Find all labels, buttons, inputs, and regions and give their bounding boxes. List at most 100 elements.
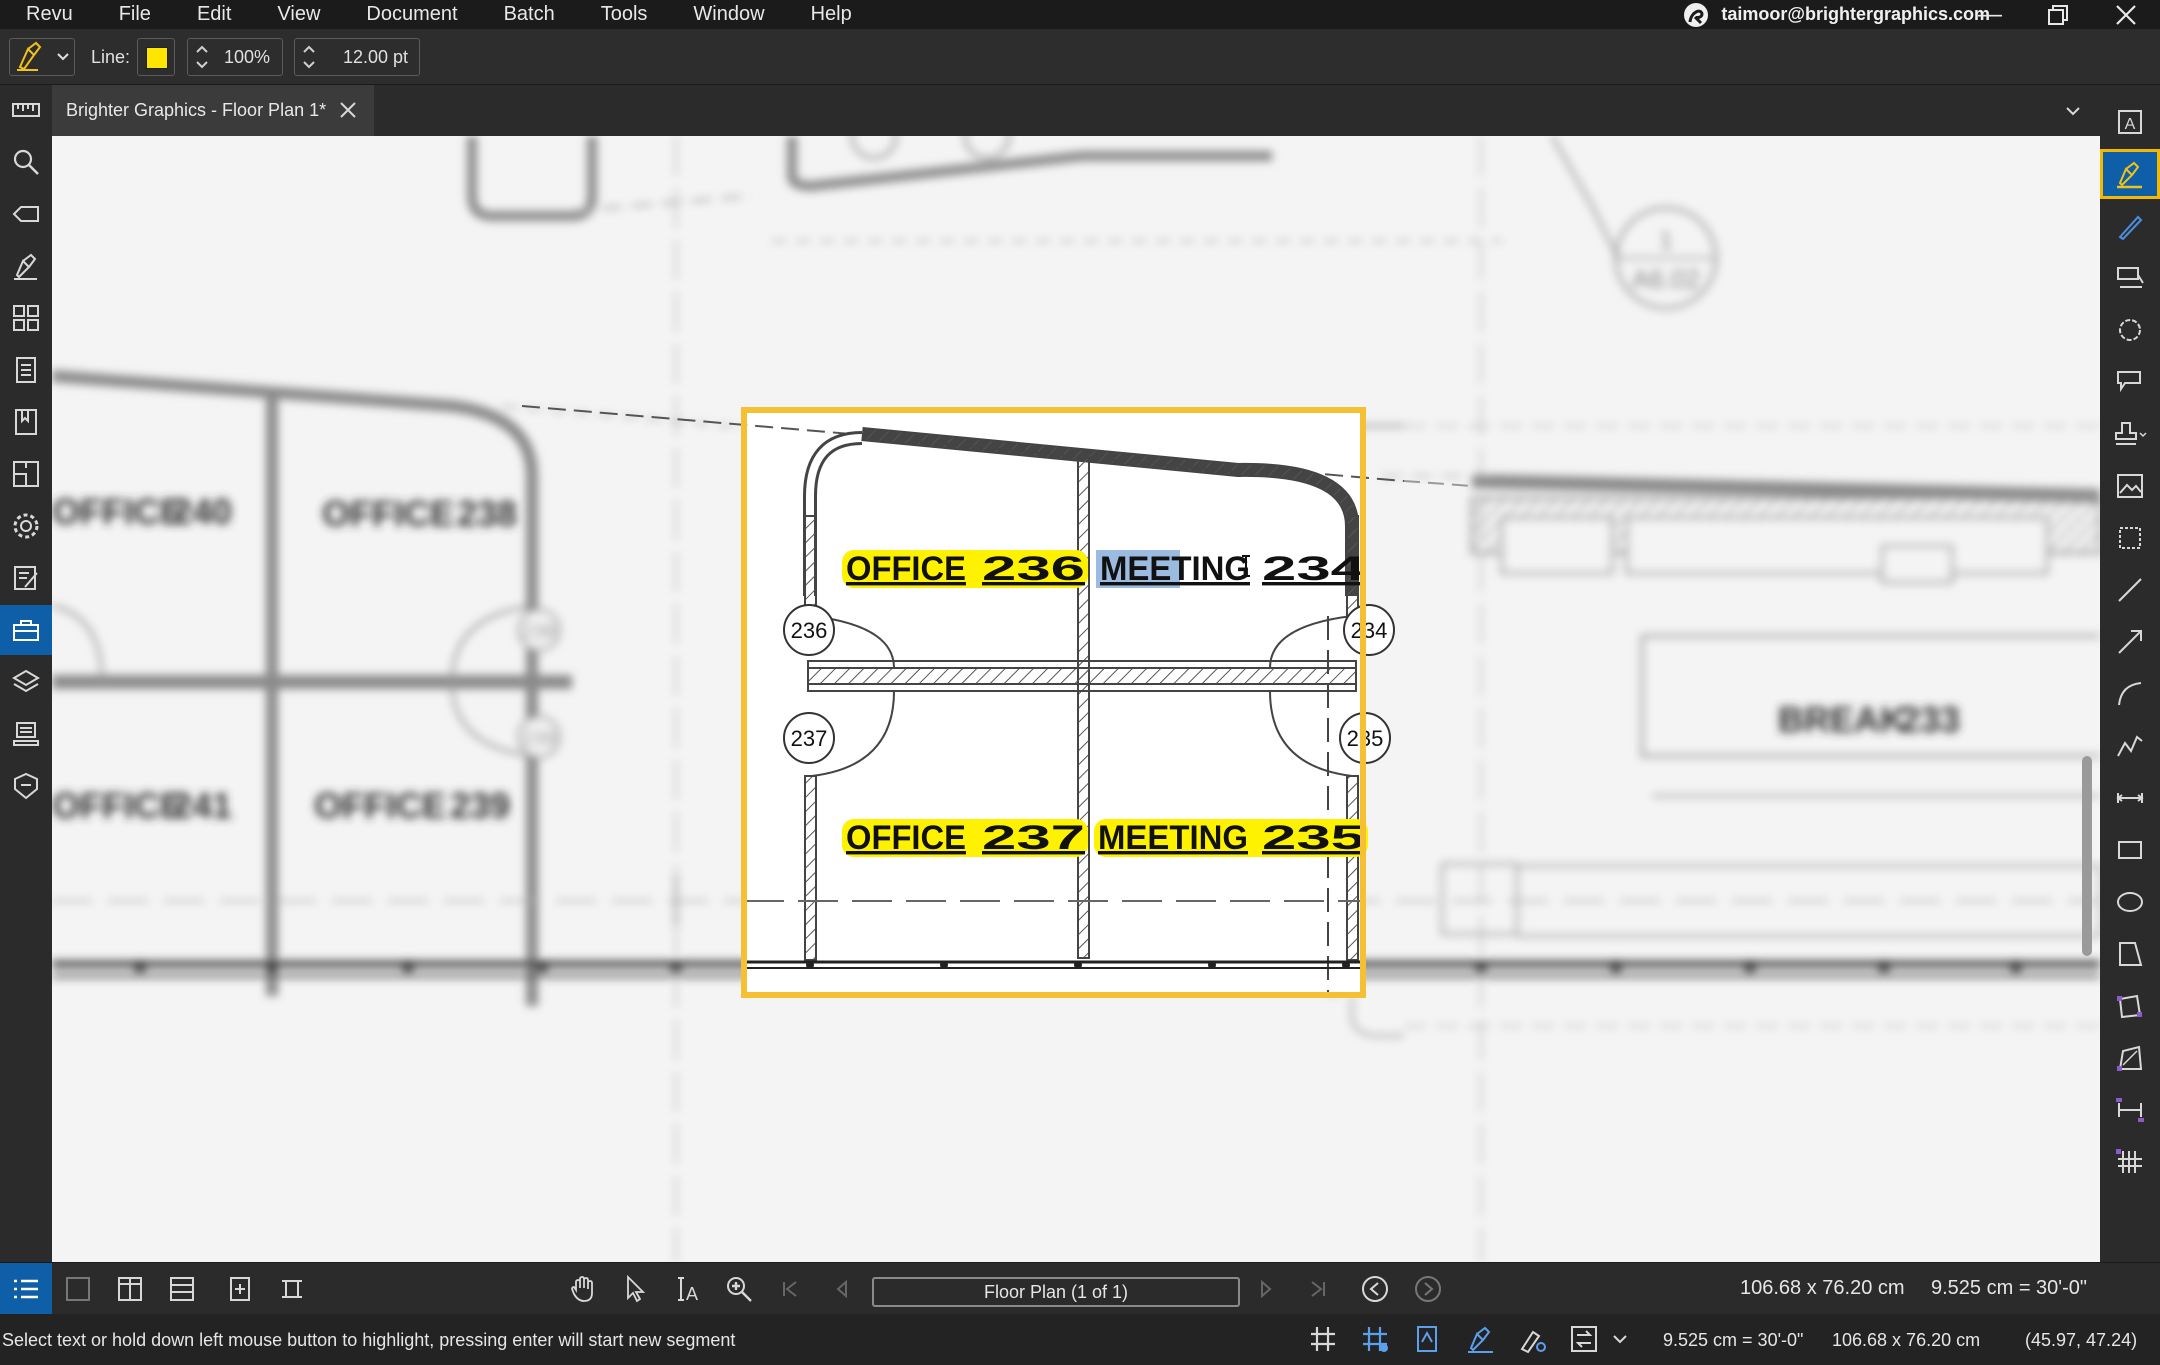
sync-icon[interactable] — [226, 1275, 254, 1303]
opacity-stepper[interactable]: 100% — [187, 38, 283, 76]
properties-panel-button[interactable] — [0, 553, 52, 603]
reuse-markup-icon[interactable] — [1465, 1324, 1495, 1354]
line-width-stepper[interactable]: 12.00 pt — [294, 38, 420, 76]
status-hint: Select text or hold down left mouse butt… — [2, 1330, 736, 1350]
note-tool[interactable] — [2100, 357, 2160, 407]
previous-page-icon[interactable] — [832, 1279, 852, 1299]
tool-chest-panel-button[interactable] — [0, 605, 52, 655]
format-painter-icon[interactable] — [1517, 1324, 1547, 1354]
menu-edit[interactable]: Edit — [174, 0, 254, 29]
arrow-tool[interactable] — [2100, 617, 2160, 667]
menu-help[interactable]: Help — [788, 0, 875, 29]
file-access-panel-button[interactable] — [0, 345, 52, 395]
close-window-button[interactable] — [2096, 0, 2156, 29]
menu-bar: Revu File Edit View Document Batch Tools… — [0, 0, 2160, 29]
chevron-down-icon — [57, 53, 69, 61]
select-arrow-icon[interactable] — [620, 1274, 650, 1304]
drawing-canvas[interactable]: 1 A6.02 238 239 OFFICE 240 OFFICE 238 OF… — [52, 136, 2100, 1262]
zoom-icon[interactable] — [724, 1274, 754, 1304]
menu-revu[interactable]: Revu — [0, 0, 96, 29]
back-view-icon[interactable] — [1360, 1274, 1390, 1304]
room-label-236-num: 236 — [982, 550, 1085, 588]
blurred-room-240-num: 240 — [172, 491, 232, 532]
search-panel-button[interactable] — [0, 137, 52, 187]
snap-to-markup-icon[interactable] — [1413, 1324, 1443, 1354]
measure-panel-button[interactable] — [0, 85, 52, 135]
arc-tool[interactable] — [2100, 669, 2160, 719]
pen-tool[interactable] — [2100, 201, 2160, 251]
layers-panel-button[interactable] — [0, 657, 52, 707]
polygon-tool[interactable] — [2100, 929, 2160, 979]
image-tool[interactable] — [2100, 461, 2160, 511]
split-vertical-icon[interactable] — [116, 1275, 144, 1303]
thumbnails-panel-button[interactable] — [0, 293, 52, 343]
menu-view[interactable]: View — [254, 0, 343, 29]
compare-icon[interactable] — [278, 1275, 306, 1303]
page-size-readout: 106.68 x 76.20 cm — [1740, 1277, 1905, 1299]
cloud-tool[interactable] — [2100, 305, 2160, 355]
close-tab-icon[interactable] — [338, 100, 358, 120]
settings-panel-button[interactable] — [0, 501, 52, 551]
tags-panel-button[interactable] — [0, 189, 52, 239]
length-tool[interactable] — [2100, 1085, 2160, 1135]
select-text-icon[interactable]: A — [672, 1274, 702, 1304]
page-navigator[interactable]: Floor Plan (1 of 1) — [872, 1277, 1240, 1307]
room-label-237-name: OFFICE — [846, 819, 966, 857]
minimize-button[interactable]: — — [1960, 0, 2020, 29]
split-horizontal-icon[interactable] — [168, 1275, 196, 1303]
list-view-button[interactable] — [0, 1263, 52, 1315]
menu-tools[interactable]: Tools — [578, 0, 671, 29]
grid-snap-icon[interactable] — [1308, 1324, 1338, 1354]
brand-logo-icon — [1684, 2, 1709, 27]
tag-icon — [12, 206, 39, 222]
file-list-icon — [16, 357, 36, 383]
area-tool[interactable] — [2100, 1033, 2160, 1083]
rectangle-tool[interactable] — [2100, 825, 2160, 875]
single-page-icon[interactable] — [64, 1275, 92, 1303]
layers-icon — [12, 669, 40, 693]
line-tool[interactable] — [2100, 565, 2160, 615]
next-page-icon[interactable] — [1256, 1279, 1276, 1299]
blurred-room-233-num: 233 — [1900, 699, 1960, 740]
tab-list-chevron-icon[interactable] — [2064, 105, 2082, 117]
markups-panel-button[interactable] — [0, 241, 52, 291]
dimension-icon — [2116, 793, 2144, 803]
chevron-down-icon[interactable] — [1612, 1334, 1628, 1346]
signatures-panel-button[interactable] — [0, 761, 52, 811]
spaces-panel-button[interactable] — [0, 449, 52, 499]
highlight-tool[interactable] — [2100, 149, 2160, 199]
document-tab[interactable]: Brighter Graphics - Floor Plan 1* — [52, 85, 374, 136]
menu-window[interactable]: Window — [670, 0, 787, 29]
last-page-icon[interactable] — [1308, 1279, 1328, 1299]
text-box-tool[interactable]: A — [2100, 97, 2160, 147]
menu-batch[interactable]: Batch — [481, 0, 578, 29]
ruler-icon — [12, 103, 40, 117]
callout-tool[interactable] — [2100, 253, 2160, 303]
tool-selector[interactable] — [9, 38, 75, 76]
studio-panel-button[interactable] — [0, 709, 52, 759]
snapshot-tool[interactable] — [2100, 513, 2160, 563]
dimension-tool[interactable] — [2100, 773, 2160, 823]
highlighter-icon — [17, 41, 42, 71]
floor-plan-drawing: 1 A6.02 238 239 OFFICE 240 OFFICE 238 OF… — [52, 136, 2100, 1262]
polyline-tool[interactable] — [2100, 721, 2160, 771]
stamp-tool[interactable] — [2100, 409, 2160, 459]
pan-hand-icon[interactable] — [568, 1274, 598, 1304]
sync-views-icon[interactable] — [1569, 1324, 1599, 1354]
count-tool[interactable] — [2100, 1137, 2160, 1187]
vertical-scrollbar[interactable] — [2082, 756, 2092, 956]
menu-document[interactable]: Document — [343, 0, 480, 29]
menu-file[interactable]: File — [96, 0, 174, 29]
forward-view-icon[interactable] — [1413, 1274, 1443, 1304]
ellipse-icon — [2117, 892, 2143, 912]
restore-button[interactable] — [2028, 0, 2088, 29]
perimeter-tool[interactable] — [2100, 981, 2160, 1031]
user-account[interactable]: taimoor@brightergraphics.com — [1681, 0, 1990, 29]
opacity-value: 100% — [224, 47, 271, 67]
bookmarks-panel-button[interactable] — [0, 397, 52, 447]
callout-icon — [2117, 267, 2144, 288]
line-color-picker[interactable] — [137, 38, 175, 76]
ellipse-tool[interactable] — [2100, 877, 2160, 927]
snap-to-content-icon[interactable] — [1360, 1324, 1390, 1354]
first-page-icon[interactable] — [780, 1279, 800, 1299]
